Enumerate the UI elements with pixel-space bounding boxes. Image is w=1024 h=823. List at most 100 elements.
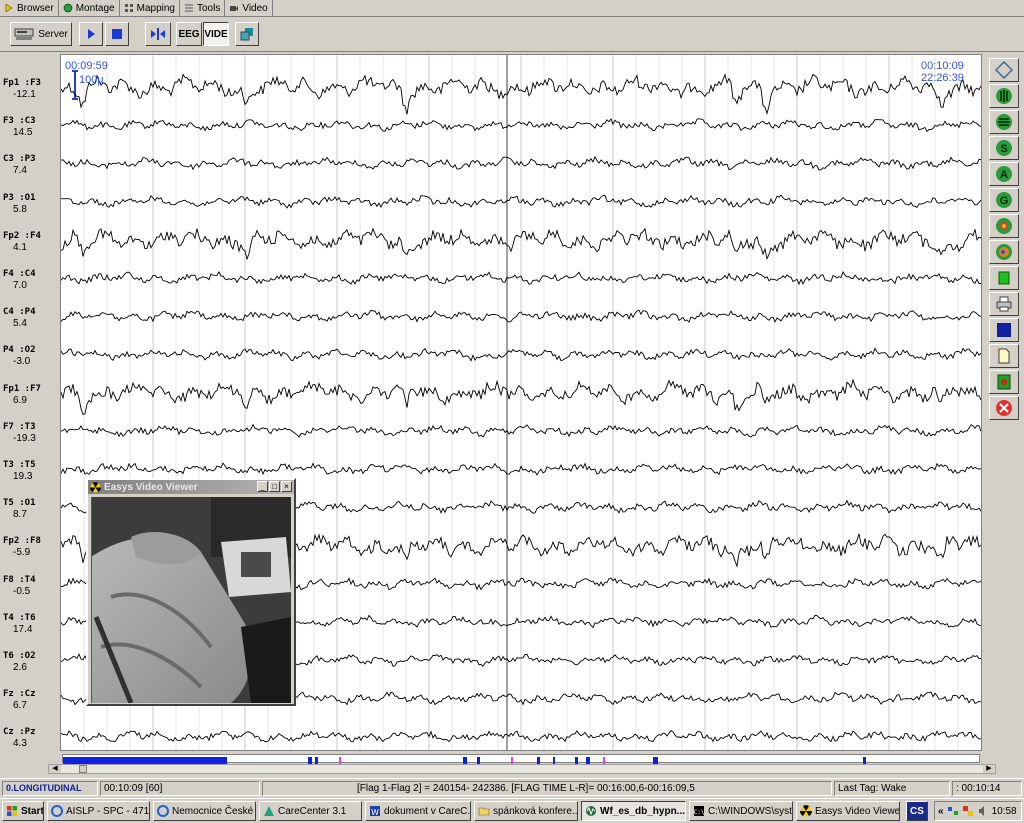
scroll-left-arrow-icon[interactable]: ◀	[49, 765, 61, 773]
close-window-icon[interactable]: ×	[281, 481, 292, 492]
tab-tools[interactable]: Tools	[180, 0, 226, 16]
task-button[interactable]: Easys Video Viewer	[796, 801, 900, 821]
tab-label: Mapping	[136, 2, 175, 14]
scroll-right-arrow-icon[interactable]: ▶	[983, 765, 995, 773]
channel-value: 5.4	[13, 318, 27, 330]
tab-browser[interactable]: Browser	[0, 0, 59, 16]
channel-name: F7 :T3	[3, 421, 36, 432]
task-button[interactable]: W dokument v CareC...	[365, 801, 471, 821]
volume-icon[interactable]	[977, 805, 989, 817]
record-button[interactable]	[989, 370, 1019, 394]
letter-g-icon: G	[996, 192, 1012, 208]
channel-name: F3 :C3	[3, 116, 36, 127]
tab-montage[interactable]: Montage	[59, 0, 120, 16]
video-viewer-window[interactable]: Easys Video Viewer _ □ ×	[86, 478, 296, 706]
channel-label[interactable]: P3 :O1 5.8	[3, 193, 36, 215]
window-button[interactable]	[235, 22, 259, 46]
scroll-thumb[interactable]	[79, 765, 87, 773]
security-icon[interactable]	[962, 805, 974, 817]
ie-icon	[157, 805, 169, 817]
channel-label[interactable]: T6 :O2 2.6	[3, 651, 36, 673]
channel-label[interactable]: F4 :C4 7.0	[3, 269, 36, 291]
folder-icon	[478, 807, 490, 816]
minimize-icon[interactable]: _	[257, 481, 268, 492]
channel-name: Fp1 :F3	[3, 78, 41, 88]
channel-name: T6 :O2	[3, 651, 36, 661]
head-map-icon	[996, 244, 1012, 260]
letter-a-icon: A	[996, 166, 1012, 182]
video-frame	[91, 497, 291, 703]
task-button[interactable]: CareCenter 3.1	[259, 801, 362, 821]
scale-label: 100µ	[79, 74, 104, 86]
channel-label[interactable]: Cz :Pz 4.3	[3, 727, 36, 749]
sensitivity-button[interactable]	[989, 110, 1019, 134]
document-button[interactable]	[989, 344, 1019, 368]
start-button[interactable]: Start	[2, 801, 44, 821]
fit-view-button[interactable]	[989, 58, 1019, 82]
channel-label[interactable]: T4 :T6 17.4	[3, 613, 36, 635]
channel-label[interactable]: F3 :C3 14.5	[3, 116, 36, 138]
network-icon[interactable]	[947, 805, 959, 817]
tab-video[interactable]: Video	[225, 0, 273, 16]
amplitude-button[interactable]	[989, 84, 1019, 108]
tab-label: Montage	[75, 2, 115, 14]
task-button[interactable]: Nemocnice České ...	[153, 801, 256, 821]
channel-label[interactable]: C3 :P3 7.4	[3, 154, 36, 176]
task-button[interactable]: C:\ C:\WINDOWS\syst...	[689, 801, 793, 821]
print-button[interactable]	[989, 292, 1019, 316]
tray-expand-icon[interactable]: «	[938, 806, 944, 817]
channel-label[interactable]: Fp2 :F4 4.1	[3, 231, 41, 253]
channel-label[interactable]: Fp1 :F3 -12.1	[3, 78, 41, 100]
head-map-button[interactable]	[989, 240, 1019, 264]
channel-value: 7.4	[13, 165, 27, 177]
green-square-button[interactable]	[989, 266, 1019, 290]
close-button[interactable]	[989, 396, 1019, 420]
channel-label[interactable]: C4 :P4 5.4	[3, 307, 36, 329]
tab-mapping[interactable]: Mapping	[120, 0, 180, 16]
eeg-mode-button[interactable]: EEG	[176, 22, 202, 46]
g-button[interactable]: G	[989, 188, 1019, 212]
task-button[interactable]: spánková konfere...	[474, 801, 578, 821]
video-mode-button[interactable]: VIDE	[203, 22, 229, 46]
s-button[interactable]: S	[989, 136, 1019, 160]
windows-taskbar: Start AISLP - SPC - 471... Nemocnice Čes…	[0, 798, 1024, 823]
channel-name: F8 :T4	[3, 574, 36, 585]
a-button[interactable]: A	[989, 162, 1019, 186]
channel-label[interactable]: T5 :O1 8.7	[3, 498, 36, 520]
diamond-icon	[995, 61, 1013, 79]
server-button[interactable]: Server	[10, 22, 72, 46]
channel-value: 6.7	[13, 700, 27, 712]
channel-label[interactable]: F8 :T4 -0.5	[3, 575, 36, 597]
recording-timeline[interactable]	[62, 754, 980, 764]
stop-button[interactable]	[105, 22, 129, 46]
svg-text:A: A	[1000, 169, 1008, 181]
channel-name: Fp2 :F8	[3, 536, 41, 547]
play-icon	[88, 29, 95, 39]
timeline-scrollbar[interactable]: ◀ ▶	[48, 764, 996, 774]
color-map-button[interactable]	[989, 214, 1019, 238]
blue-square-button[interactable]	[989, 318, 1019, 342]
channel-label[interactable]: T3 :T5 19.3	[3, 460, 36, 482]
channel-label[interactable]: Fp1 :F7 6.9	[3, 384, 41, 406]
sync-button[interactable]	[145, 22, 171, 46]
channel-label-column: Fp1 :F3 -12.1 F3 :C3 14.5 C3 :P3 7.4 P3 :O1 5.8…	[0, 54, 60, 751]
svg-text:C:\: C:\	[694, 809, 705, 816]
language-indicator[interactable]: CS	[906, 801, 928, 821]
maximize-icon[interactable]: □	[269, 481, 280, 492]
system-tray: « 10:58	[934, 801, 1022, 821]
channel-label[interactable]: Fz :Cz 6.7	[3, 689, 36, 711]
radiation-icon	[800, 805, 812, 817]
status-bar: 0.LONGITUDINAL 00:10:09 [60] [Flag 1-Fla…	[0, 778, 1024, 797]
task-button-active[interactable]: Wf_es_db_hypn...	[581, 801, 686, 821]
channel-label[interactable]: Fp2 :F8 -5.9	[3, 536, 41, 558]
color-wheel-icon	[996, 218, 1012, 234]
channel-label[interactable]: P4 :O2 -3.0	[3, 345, 36, 367]
task-label: CareCenter 3.1	[278, 805, 347, 817]
channel-label[interactable]: F7 :T3 -19.3	[3, 422, 36, 444]
channel-value: -12.1	[13, 89, 36, 100]
horizontal-bars-icon	[996, 114, 1012, 130]
printer-icon	[996, 296, 1012, 312]
play-button[interactable]	[79, 22, 103, 46]
task-label: dokument v CareC...	[384, 805, 471, 817]
task-button[interactable]: AISLP - SPC - 471...	[47, 801, 150, 821]
